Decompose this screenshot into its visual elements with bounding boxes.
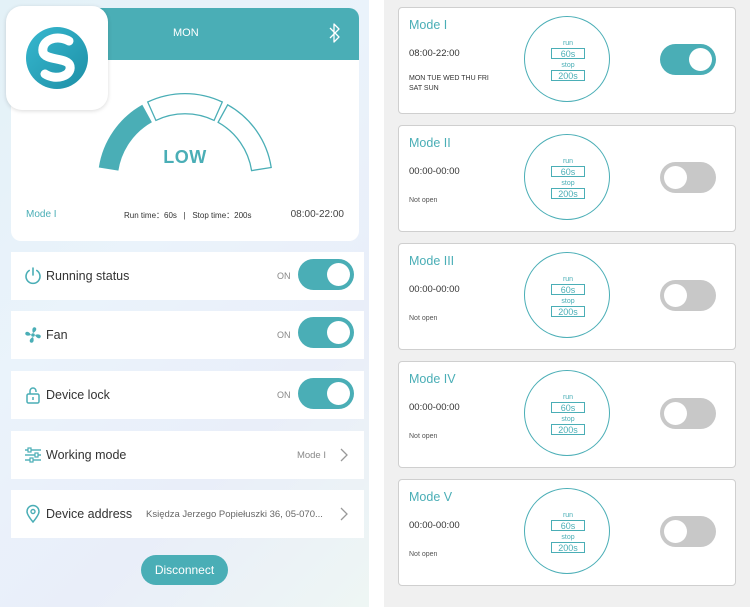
mode-card-1: Mode I 08:00-22:00 MON TUE WED THU FRI S… [398, 7, 736, 114]
stop-value[interactable]: 200s [551, 306, 585, 317]
lock-icon [23, 385, 43, 405]
working-mode-row[interactable]: Working mode Mode I [11, 431, 364, 479]
time-range: 08:00-22:00 [290, 209, 344, 220]
mode-card-3: Mode III 00:00-00:00 Not open run 60s st… [398, 243, 736, 350]
device-panel: MON LOW Mode I Run time：60s | Stop time：… [0, 0, 369, 607]
toggle-knob [664, 520, 687, 543]
run-stop-circle: run 60s stop 200s [524, 252, 610, 338]
toggle-knob [664, 402, 687, 425]
mode-name: Mode I [409, 18, 448, 32]
toggle-knob [689, 48, 712, 71]
run-label: run [562, 394, 574, 401]
mode-toggle[interactable] [660, 44, 716, 75]
run-time: Run time：60s [124, 211, 177, 220]
run-stop-circle: run 60s stop 200s [524, 16, 610, 102]
run-label: run [562, 276, 574, 283]
mode-days: MON TUE WED THU FRI SAT SUN [409, 75, 489, 92]
device-lock-toggle[interactable] [298, 378, 354, 409]
mode-card-2: Mode II 00:00-00:00 Not open run 60s sto… [398, 125, 736, 232]
stop-value[interactable]: 200s [551, 188, 585, 199]
sliders-icon [23, 445, 43, 465]
level-text: LOW [163, 147, 207, 167]
level-gauge [98, 92, 272, 172]
mode-name: Mode III [409, 254, 455, 268]
mode-toggle[interactable] [660, 398, 716, 429]
disconnect-button[interactable]: Disconnect [141, 555, 228, 585]
modes-panel: Mode I 08:00-22:00 MON TUE WED THU FRI S… [384, 0, 750, 607]
run-label: run [562, 512, 574, 519]
mode-time: 08:00-22:00 [409, 48, 460, 59]
run-value[interactable]: 60s [551, 284, 585, 295]
working-mode-label: Working mode [46, 448, 127, 462]
run-stop-info: Run time：60s | Stop time：200s [124, 210, 251, 221]
working-mode-value: Mode I [296, 450, 326, 461]
device-address-label: Device address [46, 507, 133, 521]
mode-name: Mode V [409, 490, 453, 504]
run-value[interactable]: 60s [551, 48, 585, 59]
fan-icon [23, 325, 43, 345]
running-status-state: ON [277, 271, 291, 281]
mode-toggle[interactable] [660, 280, 716, 311]
run-value[interactable]: 60s [551, 166, 585, 177]
mode-toggle[interactable] [660, 162, 716, 193]
stop-label: stop [561, 180, 575, 187]
run-stop-circle: run 60s stop 200s [524, 134, 610, 220]
stop-value[interactable]: 200s [551, 424, 585, 435]
power-icon [23, 266, 43, 286]
running-status-row: Running status ON [11, 252, 364, 300]
fan-state: ON [277, 330, 291, 340]
device-address-row[interactable]: Device address Księdza Jerzego Popiełusz… [11, 490, 364, 538]
stop-value[interactable]: 200s [551, 70, 585, 81]
device-lock-row: Device lock ON [11, 371, 364, 419]
run-stop-circle: run 60s stop 200s [524, 488, 610, 574]
mode-time: 00:00-00:00 [409, 284, 460, 295]
mode-name: Mode II [409, 136, 451, 150]
fan-toggle[interactable] [298, 317, 354, 348]
current-mode-label: Mode I [26, 209, 57, 220]
mode-status: Not open [409, 197, 438, 204]
mode-toggle[interactable] [660, 516, 716, 547]
stop-value[interactable]: 200s [551, 542, 585, 553]
separator: | [183, 211, 186, 220]
toggle-knob [664, 166, 687, 189]
run-stop-circle: run 60s stop 200s [524, 370, 610, 456]
stop-label: stop [561, 534, 575, 541]
app-logo-icon [6, 6, 108, 110]
stop-label: stop [561, 298, 575, 305]
fan-row: Fan ON [11, 311, 364, 359]
run-value[interactable]: 60s [551, 520, 585, 531]
chevron-right-icon [340, 448, 348, 467]
toggle-knob [327, 321, 350, 344]
mode-time: 00:00-00:00 [409, 402, 460, 413]
device-lock-state: ON [277, 390, 291, 400]
running-status-label: Running status [46, 269, 130, 283]
day-label: MON [173, 27, 199, 39]
device-address-value: Księdza Jerzego Popiełuszki 36, 05-070..… [146, 509, 323, 520]
stop-label: stop [561, 62, 575, 69]
mode-status: Not open [409, 433, 438, 440]
mode-time: 00:00-00:00 [409, 520, 460, 531]
chevron-right-icon [340, 507, 348, 526]
mode-time: 00:00-00:00 [409, 166, 460, 177]
run-value[interactable]: 60s [551, 402, 585, 413]
mode-name: Mode IV [409, 372, 456, 386]
mode-status: Not open [409, 551, 438, 558]
location-pin-icon [23, 504, 43, 524]
toggle-knob [664, 284, 687, 307]
stop-time: Stop time：200s [192, 211, 252, 220]
device-lock-label: Device lock [46, 388, 110, 402]
mode-card-4: Mode IV 00:00-00:00 Not open run 60s sto… [398, 361, 736, 468]
toggle-knob [327, 263, 350, 286]
mode-status: Not open [409, 315, 438, 322]
toggle-knob [327, 382, 350, 405]
run-label: run [562, 158, 574, 165]
fan-label: Fan [46, 328, 68, 342]
stop-label: stop [561, 416, 575, 423]
running-status-toggle[interactable] [298, 259, 354, 290]
mode-card-5: Mode V 00:00-00:00 Not open run 60s stop… [398, 479, 736, 586]
gauge-segment-medium [146, 92, 224, 122]
run-label: run [562, 40, 574, 47]
bluetooth-icon[interactable] [328, 22, 342, 49]
